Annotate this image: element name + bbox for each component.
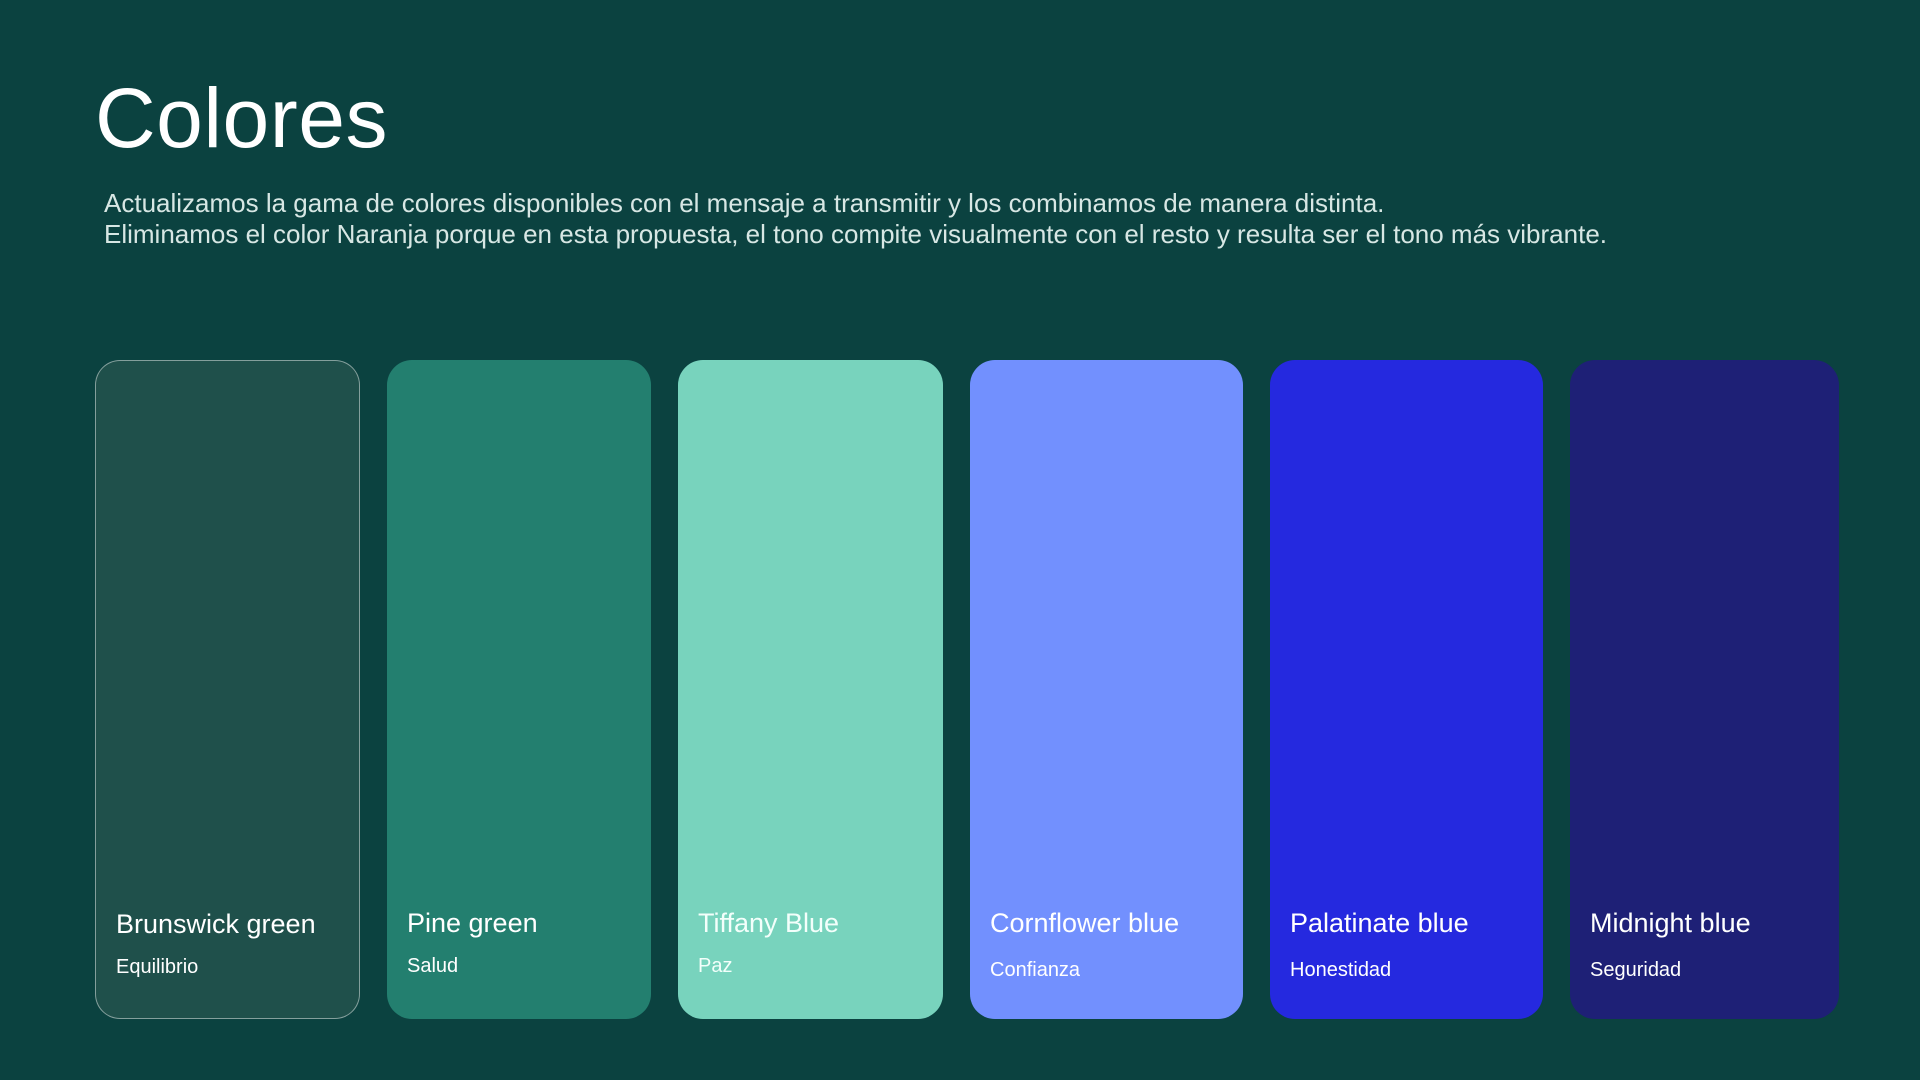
- color-swatch-pine-green: Pine green Salud: [387, 360, 651, 1019]
- swatch-meaning: Seguridad: [1590, 959, 1682, 981]
- color-swatch-cornflower-blue: Cornflower blue Confianza: [970, 360, 1243, 1019]
- color-swatch-brunswick-green: Brunswick green Equilibrio: [95, 360, 360, 1019]
- swatch-meaning: Honestidad: [1290, 959, 1392, 981]
- color-swatch-midnight-blue: Midnight blue Seguridad: [1570, 360, 1839, 1019]
- swatch-name: Palatinate blue: [1290, 908, 1469, 938]
- color-swatch-palatinate-blue: Palatinate blue Honestidad: [1270, 360, 1543, 1019]
- swatch-meaning: Confianza: [990, 959, 1081, 981]
- swatch-name: Midnight blue: [1590, 908, 1751, 938]
- color-palette: Brunswick green Equilibrio Pine green Sa…: [0, 0, 1920, 1080]
- swatch-name: Cornflower blue: [990, 908, 1180, 938]
- color-swatch-tiffany-blue: Tiffany Blue Paz: [678, 360, 943, 1019]
- swatch-meaning: Salud: [407, 955, 459, 977]
- swatch-meaning: Paz: [698, 955, 733, 977]
- swatch-name: Brunswick green: [116, 909, 316, 939]
- swatch-meaning: Equilibrio: [116, 956, 199, 978]
- swatch-name: Pine green: [407, 908, 538, 938]
- swatch-name: Tiffany Blue: [698, 908, 840, 938]
